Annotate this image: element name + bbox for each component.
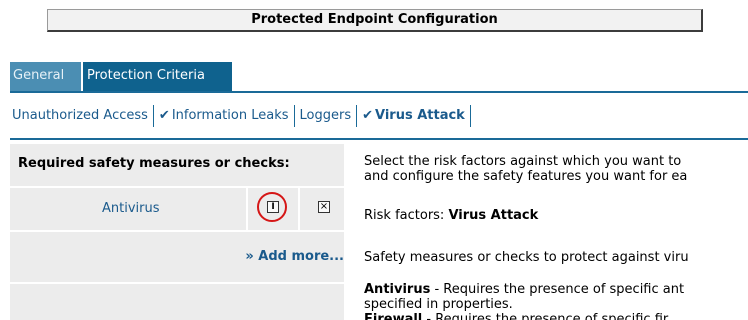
add-more-row: » Add more... [10,234,344,280]
antivirus-description: Antivirus - Requires the presence of spe… [364,282,684,312]
risk-factors-label: Risk factors: [364,208,449,223]
measure-row-antivirus: Antivirus I × [10,186,344,232]
required-measures-header: Required safety measures or checks: [10,144,344,184]
remove-icon[interactable]: × [318,201,330,213]
protection-subnav: Unauthorized Access ✔ Information Leaks L… [10,91,748,140]
panel-divider [344,144,346,320]
risk-factors-line: Risk factors: Virus Attack [364,208,538,223]
intro-line-1: Select the risk factors against which yo… [364,154,682,169]
row-divider [298,188,300,230]
antivirus-term: Antivirus [364,282,431,297]
tab-protection-criteria[interactable]: Protection Criteria [83,62,232,91]
subnav-separator [469,104,471,127]
row-divider [246,188,248,230]
check-icon: ✔ [158,108,170,123]
subnav-loggers[interactable]: Loggers [295,108,357,123]
intro-text: Select the risk factors against which yo… [364,154,687,184]
add-more-link[interactable]: » Add more... [245,249,344,264]
highlight-circle [257,192,287,222]
antivirus-description-line: Antivirus - Requires the presence of spe… [364,282,684,297]
tab-general[interactable]: General [10,62,81,91]
subnav-virus-attack[interactable]: ✔ Virus Attack [357,108,470,123]
firewall-description: Firewall - Requires the presence of spec… [364,312,668,320]
subnav-virus-attack-label: Virus Attack [375,108,465,123]
antivirus-link[interactable]: Antivirus [102,188,160,230]
antivirus-description-line-2: specified in properties. [364,297,513,312]
safety-measures-intro: Safety measures or checks to protect aga… [364,250,689,265]
subnav-information-leaks[interactable]: ✔ Information Leaks [154,108,294,123]
intro-line-2: and configure the safety features you wa… [364,169,688,184]
subnav-information-leaks-label: Information Leaks [171,108,289,123]
firewall-desc: - Requires the presence of specific fir [422,312,669,320]
risk-factors-value: Virus Attack [448,208,539,223]
tab-bar: General Protection Criteria [10,62,232,91]
description-panel: Select the risk factors against which yo… [364,150,748,320]
antivirus-desc: - Requires the presence of specific ant [430,282,685,297]
measures-empty-row [10,282,344,320]
check-icon: ✔ [362,108,373,123]
firewall-term: Firewall [364,312,423,320]
window-title: Protected Endpoint Configuration [47,9,703,32]
subnav-unauthorized-access[interactable]: Unauthorized Access [10,108,153,123]
